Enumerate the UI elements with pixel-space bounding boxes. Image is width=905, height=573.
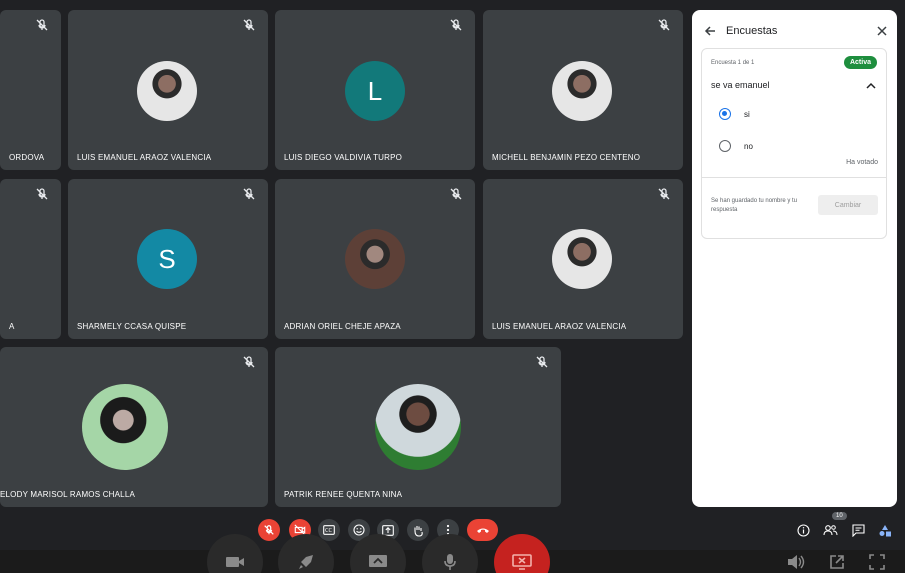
- participant-name: SHARMELY CCASA QUISPE: [77, 322, 187, 331]
- participant-tile[interactable]: A: [0, 179, 61, 339]
- mic-off-icon: [450, 188, 462, 200]
- mic-off-icon: [658, 19, 670, 31]
- participant-tile[interactable]: ELODY MARISOL RAMOS CHALLA: [0, 347, 268, 507]
- info-icon: [796, 523, 810, 537]
- participant-tile[interactable]: S SHARMELY CCASA QUISPE: [68, 179, 268, 339]
- participant-tile[interactable]: ORDOVA: [0, 10, 61, 170]
- player-popout-button[interactable]: [826, 550, 848, 573]
- mic-off-icon: [243, 19, 255, 31]
- change-button[interactable]: Cambiar: [818, 195, 878, 215]
- avatar: [552, 229, 612, 289]
- end-call-icon: [476, 528, 489, 533]
- avatar: [345, 229, 405, 289]
- mic-off-icon: [450, 19, 462, 31]
- mic-off-icon: [36, 19, 48, 31]
- raise-hand-button[interactable]: [407, 519, 429, 541]
- poll-question: se va emanuel: [711, 80, 770, 90]
- poll-card: Encuesta 1 de 1 Activa se va emanuel si …: [701, 48, 887, 239]
- participant-tile[interactable]: MICHELL BENJAMIN PEZO CENTENO: [483, 10, 683, 170]
- participant-name: LUIS EMANUEL ARAOZ VALENCIA: [77, 153, 212, 162]
- captions-icon: CC: [323, 525, 335, 535]
- option-label: no: [744, 141, 753, 151]
- poll-number: Encuesta 1 de 1: [711, 60, 755, 66]
- participant-tile[interactable]: LUIS EMANUEL ARAOZ VALENCIA: [483, 179, 683, 339]
- mic-off-icon: [536, 356, 548, 368]
- participant-name: MICHELL BENJAMIN PEZO CENTENO: [492, 153, 641, 162]
- chat-button[interactable]: [849, 521, 867, 539]
- player-mic-button[interactable]: [439, 550, 461, 573]
- player-volume-button[interactable]: [785, 550, 807, 573]
- mic-off-icon: [264, 525, 274, 535]
- mic-off-icon: [243, 356, 255, 368]
- player-stop-share-button[interactable]: [511, 550, 533, 573]
- avatar: [82, 384, 168, 470]
- mic-off-icon: [658, 188, 670, 200]
- participant-name: LUIS DIEGO VALDIVIA TURPO: [284, 153, 403, 162]
- participant-name: A: [9, 322, 15, 331]
- back-arrow-icon[interactable]: [704, 25, 716, 37]
- mic-off-icon: [36, 188, 48, 200]
- poll-option-si[interactable]: si: [719, 108, 750, 120]
- avatar-initial: L: [367, 75, 383, 106]
- polls-panel: Encuestas Encuesta 1 de 1 Activa se va e…: [692, 10, 897, 507]
- player-share-button[interactable]: [367, 550, 389, 573]
- camera-icon: [226, 556, 244, 567]
- poll-option-no[interactable]: no: [719, 140, 753, 152]
- avatar-initial: S: [158, 243, 176, 274]
- participant-tile[interactable]: L LUIS DIEGO VALDIVIA TURPO: [275, 10, 475, 170]
- participant-tile[interactable]: LUIS EMANUEL ARAOZ VALENCIA: [68, 10, 268, 170]
- participant-tile[interactable]: PATRIK RENEE QUENTA NINA: [275, 347, 561, 507]
- participant-name: ELODY MARISOL RAMOS CHALLA: [0, 490, 136, 499]
- close-icon[interactable]: [877, 26, 887, 36]
- mic-icon: [444, 553, 456, 570]
- participant-name: LUIS EMANUEL ARAOZ VALENCIA: [492, 322, 627, 331]
- activities-button[interactable]: [876, 521, 894, 539]
- chevron-up-icon[interactable]: [866, 82, 876, 89]
- player-fullscreen-button[interactable]: [866, 550, 888, 573]
- participant-tile[interactable]: ADRIAN ORIEL CHEJE APAZA: [275, 179, 475, 339]
- mic-toggle-button[interactable]: [258, 519, 280, 541]
- people-icon: [822, 525, 837, 536]
- voted-status: Ha votado: [846, 159, 878, 166]
- saved-note: Se han guardado tu nombre y tu respuesta: [711, 198, 798, 213]
- participant-name: PATRIK RENEE QUENTA NINA: [284, 490, 403, 499]
- end-call-button[interactable]: [467, 519, 498, 541]
- participant-name: ORDOVA: [9, 153, 45, 162]
- avatar: L: [345, 61, 405, 121]
- popout-icon: [830, 554, 844, 569]
- radio-selected[interactable]: [719, 108, 731, 120]
- avatar: S: [137, 229, 197, 289]
- divider: [702, 177, 886, 178]
- avatar: [552, 61, 612, 121]
- avatar: [137, 61, 197, 121]
- status-badge: Activa: [843, 56, 877, 69]
- meeting-details-button[interactable]: [794, 521, 812, 539]
- volume-icon: [788, 554, 805, 569]
- radio-unselected[interactable]: [719, 140, 731, 152]
- mic-off-icon: [243, 188, 255, 200]
- activities-icon: [879, 524, 891, 536]
- avatar: [375, 384, 461, 470]
- panel-title: Encuestas: [726, 25, 778, 37]
- share-screen-icon: [369, 554, 387, 567]
- emoji-icon: [353, 524, 365, 536]
- participant-count-badge: 10: [832, 512, 847, 520]
- panel-header: Encuestas: [704, 21, 887, 41]
- chat-icon: [851, 523, 865, 537]
- stop-share-icon: [512, 553, 532, 570]
- raise-hand-icon: [414, 525, 423, 537]
- player-rocket-button[interactable]: [295, 550, 317, 573]
- svg-text:CC: CC: [325, 528, 332, 534]
- participants-button[interactable]: [821, 521, 839, 539]
- player-camera-button[interactable]: [224, 550, 246, 573]
- option-label: si: [744, 109, 750, 119]
- fullscreen-icon: [869, 553, 885, 570]
- rocket-icon: [299, 554, 313, 569]
- participant-name: ADRIAN ORIEL CHEJE APAZA: [284, 322, 401, 331]
